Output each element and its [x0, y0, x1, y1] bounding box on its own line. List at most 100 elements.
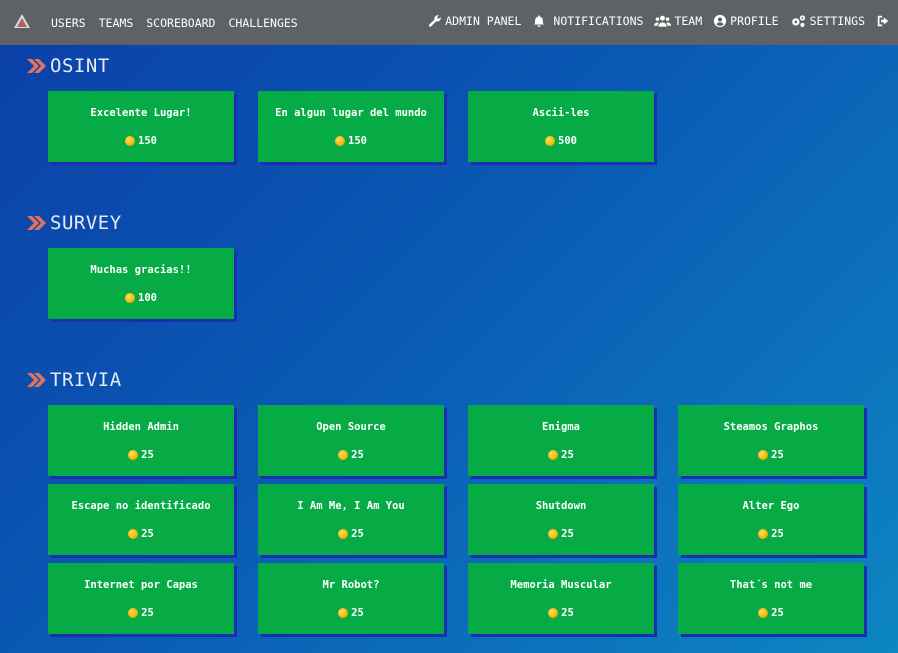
challenge-name: Muchas gracias!! [90, 264, 192, 276]
challenge-name: Ascii-les [532, 107, 590, 119]
nav-admin-panel-label: ADMIN PANEL [445, 14, 522, 28]
challenge-points: 25 [48, 607, 234, 619]
points-value: 150 [138, 135, 157, 147]
points-value: 25 [771, 607, 784, 619]
coin-icon [338, 450, 349, 460]
sign-out-icon [877, 15, 889, 27]
points-value: 25 [561, 607, 574, 619]
challenge-points: 25 [258, 449, 444, 461]
bell-icon [534, 15, 545, 27]
challenge-name: Hidden Admin [103, 421, 179, 433]
category-title: OSINT [50, 55, 110, 77]
category-heading-survey: SURVEY [27, 212, 122, 234]
challenge-points: 25 [258, 528, 444, 540]
challenge-card[interactable]: That´s not me 25 [678, 563, 864, 634]
challenge-card[interactable]: Hidden Admin 25 [48, 405, 234, 476]
coin-icon [335, 136, 346, 146]
points-value: 25 [351, 607, 364, 619]
ctf-logo-icon[interactable] [12, 12, 32, 32]
challenge-card[interactable]: Alter Ego 25 [678, 484, 864, 555]
coin-icon [338, 608, 349, 618]
challenge-points: 25 [48, 528, 234, 540]
points-value: 25 [141, 449, 154, 461]
nav-settings-label: SETTINGS [809, 14, 865, 28]
category-heading-osint: OSINT [27, 55, 110, 77]
challenge-card[interactable]: Memoria Muscular 25 [468, 563, 654, 634]
challenge-name: That´s not me [729, 579, 813, 591]
challenge-card[interactable]: Excelente Lugar! 150 [48, 91, 234, 162]
nav-profile-link[interactable]: PROFILE [713, 14, 779, 28]
coin-icon [548, 529, 559, 539]
challenge-points: 500 [468, 135, 654, 147]
challenge-points: 25 [258, 607, 444, 619]
nav-settings-link[interactable]: SETTINGS [790, 14, 865, 28]
challenge-card[interactable]: Ascii-les 500 [468, 91, 654, 162]
challenge-name: I Am Me, I Am You [297, 500, 405, 512]
challenge-name: Open Source [316, 421, 386, 433]
double-chevron-icon [27, 373, 46, 387]
coin-icon [758, 450, 769, 460]
nav-scoreboard-link[interactable]: SCOREBOARD [146, 16, 215, 30]
challenge-name: En algun lugar del mundo [275, 107, 427, 119]
challenge-card[interactable]: En algun lugar del mundo 150 [258, 91, 444, 162]
top-navbar: USERS TEAMS SCOREBOARD CHALLENGES ADMIN … [0, 0, 898, 45]
points-value: 150 [348, 135, 367, 147]
coin-icon [338, 529, 349, 539]
challenge-card[interactable]: Enigma 25 [468, 405, 654, 476]
challenge-name: Internet por Capas [84, 579, 198, 591]
challenge-name: Enigma [542, 421, 580, 433]
coin-icon [758, 608, 769, 618]
points-value: 25 [351, 528, 364, 540]
challenge-points: 25 [48, 449, 234, 461]
coin-icon [545, 136, 556, 146]
points-value: 25 [771, 528, 784, 540]
coin-icon [125, 136, 136, 146]
nav-logout-link[interactable] [876, 14, 890, 28]
nav-teams-link[interactable]: TEAMS [99, 16, 134, 30]
challenge-name: Escape no identificado [71, 500, 211, 512]
points-value: 25 [561, 449, 574, 461]
challenge-points: 150 [258, 135, 444, 147]
challenge-points: 25 [468, 607, 654, 619]
challenge-card[interactable]: Muchas gracias!! 100 [48, 248, 234, 319]
points-value: 25 [351, 449, 364, 461]
coin-icon [125, 293, 136, 303]
coin-icon [548, 608, 559, 618]
nav-team-link[interactable]: TEAM [654, 14, 702, 28]
challenge-card[interactable]: Steamos Graphos 25 [678, 405, 864, 476]
nav-challenges-link[interactable]: CHALLENGES [229, 16, 298, 30]
nav-users-link[interactable]: USERS [51, 16, 86, 30]
challenge-card[interactable]: Internet por Capas 25 [48, 563, 234, 634]
user-circle-icon [714, 14, 727, 28]
double-chevron-icon [27, 59, 46, 73]
challenge-points: 25 [678, 528, 864, 540]
challenge-card[interactable]: Mr Robot? 25 [258, 563, 444, 634]
points-value: 25 [141, 607, 154, 619]
coin-icon [128, 608, 139, 618]
challenge-points: 25 [468, 449, 654, 461]
challenge-card[interactable]: Shutdown 25 [468, 484, 654, 555]
nav-notifications-label: NOTIFICATIONS [553, 14, 644, 28]
challenge-card[interactable]: Escape no identificado 25 [48, 484, 234, 555]
challenge-name: Shutdown [535, 500, 587, 512]
nav-profile-label: PROFILE [730, 14, 779, 28]
nav-right-links: ADMIN PANEL NOTIFICATIONS TEAM PROFILE S… [428, 14, 890, 28]
category-title: TRIVIA [50, 369, 122, 391]
points-value: 25 [771, 449, 784, 461]
points-value: 25 [561, 528, 574, 540]
nav-notifications-link[interactable]: NOTIFICATIONS [532, 14, 643, 28]
challenge-card[interactable]: I Am Me, I Am You 25 [258, 484, 444, 555]
points-value: 25 [141, 528, 154, 540]
challenge-points: 100 [48, 292, 234, 304]
points-value: 100 [138, 292, 157, 304]
points-value: 500 [558, 135, 577, 147]
nav-admin-panel-link[interactable]: ADMIN PANEL [428, 14, 521, 28]
challenge-points: 150 [48, 135, 234, 147]
challenge-name: Memoria Muscular [510, 579, 612, 591]
challenge-card[interactable]: Open Source 25 [258, 405, 444, 476]
challenge-name: Alter Ego [742, 500, 800, 512]
challenge-points: 25 [678, 449, 864, 461]
wrench-icon [429, 15, 442, 27]
nav-team-label: TEAM [674, 14, 703, 28]
coin-icon [128, 529, 139, 539]
